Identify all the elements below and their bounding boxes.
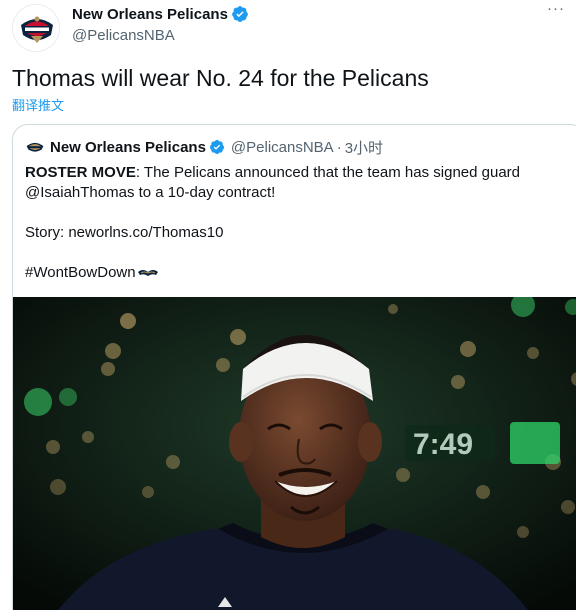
tweet-text: Thomas will wear No. 24 for the Pelicans [12, 65, 429, 91]
scoreboard-text: 7:49 [413, 428, 473, 461]
avatar[interactable] [12, 4, 60, 52]
more-options-icon[interactable]: ··· [546, 1, 566, 22]
story-line: Story: neworlns.co/Thomas10 [25, 224, 224, 241]
hashtag-line: #WontBowDown [25, 263, 565, 283]
tweet-header: New Orleans Pelicans @PelicansNBA ··· [12, 1, 566, 52]
pelicans-logo-icon [25, 137, 45, 157]
photo-scene: 7:49 [13, 297, 576, 610]
translate-link[interactable]: 翻译推文 [12, 95, 64, 114]
pelicans-logo-icon [13, 5, 59, 51]
quoted-tweet-header: New Orleans Pelicans @PelicansNBA · 3小时 [25, 136, 383, 158]
author-display-name[interactable]: New Orleans Pelicans [72, 6, 228, 23]
quoted-line-1-rest: : The Pelicans announced that the team h… [135, 164, 521, 181]
verified-badge-icon [209, 140, 224, 154]
wings-icon [137, 270, 158, 277]
tweet: New Orleans Pelicans @PelicansNBA ··· Th… [0, 0, 576, 610]
separator-dot: · [336, 138, 342, 156]
author-names: New Orleans Pelicans @PelicansNBA [72, 4, 249, 44]
quoted-display-name: New Orleans Pelicans [50, 138, 206, 156]
quoted-tweet-body: ROSTER MOVE: The Pelicans announced that… [25, 163, 565, 283]
quoted-tweet[interactable]: New Orleans Pelicans @PelicansNBA · 3小时 … [12, 124, 576, 610]
quoted-line-2: @IsaiahThomas to a 10-day contract! [25, 184, 276, 201]
verified-badge-icon [232, 6, 248, 22]
quoted-line-1: ROSTER MOVE: The Pelicans announced that… [25, 163, 565, 183]
author-handle[interactable]: @PelicansNBA [72, 27, 249, 44]
quoted-avatar [25, 137, 45, 157]
player-photo[interactable]: 7:49 [13, 297, 576, 610]
quoted-handle: @PelicansNBA [230, 138, 334, 156]
hashtag: #WontBowDown [25, 264, 136, 281]
quoted-timestamp: 3小时 [344, 139, 384, 157]
roster-move-label: ROSTER MOVE [25, 164, 136, 181]
